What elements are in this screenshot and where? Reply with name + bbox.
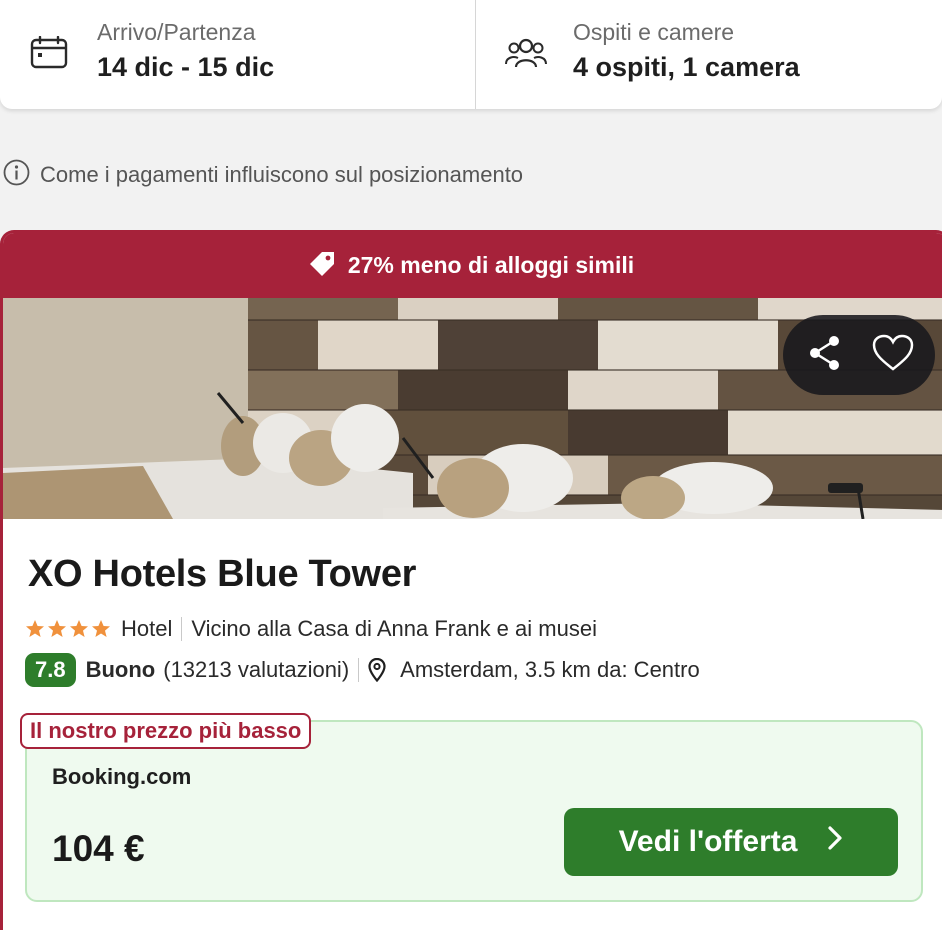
offer-price: 104 € [52,828,145,869]
heart-icon [872,334,914,377]
photo-actions [783,315,935,395]
star-icons [26,620,110,637]
view-deal-button[interactable]: Vedi l'offerta [564,808,898,876]
tag-icon [308,250,336,282]
hotel-meta-row: Hotel Vicino alla Casa di Anna Frank e a… [25,614,597,644]
lowest-price-tag: Il nostro prezzo più basso [20,713,312,749]
hotel-highlight: Vicino alla Casa di Anna Frank e ai muse… [191,616,597,641]
star-rating [25,619,113,639]
deal-banner: 27% meno di alloggi simili [3,233,942,298]
deal-text: 27% meno di alloggi simili [347,252,635,278]
review-count[interactable]: (13213 valutazioni) [163,657,349,683]
hotel-location[interactable]: Amsterdam, 3.5 km da: Centro [400,657,700,683]
rating-word: Buono [85,657,156,682]
guests-label: Ospiti e camere [573,19,735,45]
guests-value: 4 ospiti, 1 camera [573,52,800,82]
hotel-type: Hotel [121,616,173,641]
search-bar: Arrivo/Partenza 14 dic - 15 dic Ospiti e… [0,0,942,109]
rating-score-badge[interactable]: 7.8 [25,653,76,687]
hotel-photo[interactable] [3,298,942,519]
payment-info-link[interactable]: Come i pagamenti influiscono sul posizio… [3,159,524,191]
info-icon [3,159,30,191]
view-deal-label: Vedi l'offerta [618,825,798,858]
offer-provider: Booking.com [52,764,192,789]
calendar-icon [30,35,68,75]
chevron-right-icon [827,825,843,859]
dates-label: Arrivo/Partenza [97,19,256,45]
share-button[interactable] [797,327,853,383]
guests-field[interactable]: Ospiti e camere 4 ospiti, 1 camera [476,0,942,109]
favorite-button[interactable] [865,327,921,383]
share-icon [805,333,845,378]
dates-value: 14 dic - 15 dic [97,52,275,82]
dates-field[interactable]: Arrivo/Partenza 14 dic - 15 dic [0,0,476,109]
divider [358,658,360,682]
divider [181,617,183,641]
rating-location-row: 7.8 Buono (13213 valutazioni) Amsterdam,… [25,653,700,687]
location-pin-icon [368,658,386,682]
group-icon [505,36,547,75]
payment-info-text: Come i pagamenti influiscono sul posizio… [40,162,524,187]
hotel-name[interactable]: XO Hotels Blue Tower [28,553,416,596]
